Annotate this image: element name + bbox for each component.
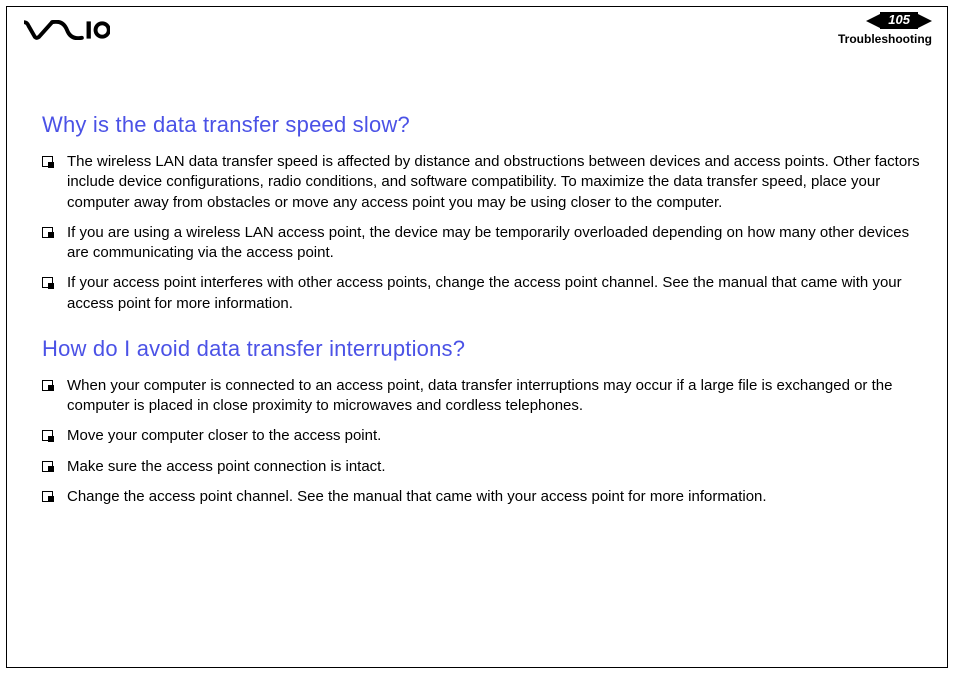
page-navigation: 105 xyxy=(866,12,932,29)
list-item-text: Change the access point channel. See the… xyxy=(67,487,932,507)
section-label: Troubleshooting xyxy=(838,32,932,46)
bullet-list: The wireless LAN data transfer speed is … xyxy=(42,152,932,314)
list-item-text: If your access point interferes with oth… xyxy=(67,273,932,314)
prev-page-arrow-icon[interactable] xyxy=(866,14,880,28)
list-item: If your access point interferes with oth… xyxy=(42,273,932,314)
list-item-text: Move your computer closer to the access … xyxy=(67,426,932,446)
list-item: If you are using a wireless LAN access p… xyxy=(42,223,932,264)
vaio-logo xyxy=(24,20,110,45)
list-item: Move your computer closer to the access … xyxy=(42,426,932,446)
section-data-transfer-interruptions: How do I avoid data transfer interruptio… xyxy=(42,336,932,507)
bullet-icon xyxy=(42,461,53,472)
page-header: 105 Troubleshooting xyxy=(0,0,954,48)
page-content: Why is the data transfer speed slow? The… xyxy=(42,112,932,529)
bullet-icon xyxy=(42,491,53,502)
bullet-icon xyxy=(42,430,53,441)
list-item-text: When your computer is connected to an ac… xyxy=(67,376,932,417)
bullet-icon xyxy=(42,380,53,391)
section-heading: How do I avoid data transfer interruptio… xyxy=(42,336,932,362)
page-number: 105 xyxy=(880,12,918,29)
list-item: Change the access point channel. See the… xyxy=(42,487,932,507)
list-item: Make sure the access point connection is… xyxy=(42,457,932,477)
bullet-icon xyxy=(42,227,53,238)
section-heading: Why is the data transfer speed slow? xyxy=(42,112,932,138)
next-page-arrow-icon[interactable] xyxy=(918,14,932,28)
bullet-list: When your computer is connected to an ac… xyxy=(42,376,932,507)
bullet-icon xyxy=(42,156,53,167)
section-data-transfer-speed: Why is the data transfer speed slow? The… xyxy=(42,112,932,314)
list-item-text: Make sure the access point connection is… xyxy=(67,457,932,477)
list-item-text: The wireless LAN data transfer speed is … xyxy=(67,152,932,213)
bullet-icon xyxy=(42,277,53,288)
list-item: The wireless LAN data transfer speed is … xyxy=(42,152,932,213)
list-item: When your computer is connected to an ac… xyxy=(42,376,932,417)
list-item-text: If you are using a wireless LAN access p… xyxy=(67,223,932,264)
